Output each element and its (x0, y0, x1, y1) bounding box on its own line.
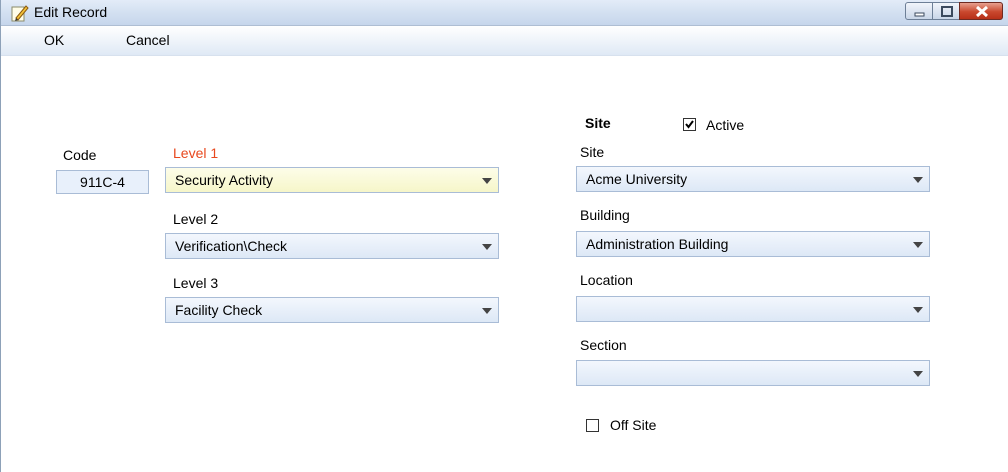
off-site-label: Off Site (610, 417, 657, 433)
site-label: Site (580, 144, 605, 160)
checkmark-icon (685, 120, 694, 129)
building-value: Administration Building (586, 236, 729, 252)
title-bar: Edit Record (1, 0, 1008, 26)
close-button[interactable] (959, 2, 1003, 20)
minimize-icon (914, 12, 925, 17)
chevron-down-icon (482, 244, 492, 250)
menu-bar: OK Cancel (1, 26, 1008, 56)
section-dropdown[interactable] (576, 360, 930, 386)
window-title: Edit Record (34, 4, 108, 20)
close-icon (975, 5, 989, 18)
section-label: Section (580, 337, 627, 353)
chevron-down-icon (482, 178, 492, 184)
location-dropdown[interactable] (576, 296, 930, 322)
minimize-button[interactable] (905, 2, 933, 20)
level-1-label: Level 1 (173, 145, 219, 161)
site-heading: Site (585, 115, 611, 131)
maximize-icon (941, 6, 953, 17)
chevron-down-icon (913, 307, 923, 313)
building-dropdown[interactable]: Administration Building (576, 231, 930, 257)
edit-record-window: Edit Record OK Cancel Code 911C-4 Level … (0, 0, 1008, 472)
level-3-value: Facility Check (175, 302, 263, 318)
chevron-down-icon (913, 371, 923, 377)
level-3-dropdown[interactable]: Facility Check (165, 297, 499, 323)
chevron-down-icon (913, 177, 923, 183)
window-controls (905, 2, 1003, 21)
chevron-down-icon (482, 308, 492, 314)
ok-menu-item[interactable]: OK (44, 32, 64, 48)
off-site-checkbox[interactable] (586, 419, 599, 432)
level-3-label: Level 3 (173, 275, 219, 291)
level-2-dropdown[interactable]: Verification\Check (165, 233, 499, 259)
cancel-menu-item[interactable]: Cancel (126, 32, 170, 48)
chevron-down-icon (913, 242, 923, 248)
level-1-value: Security Activity (175, 172, 274, 188)
edit-pencil-icon (11, 4, 29, 22)
active-checkbox[interactable] (683, 118, 696, 131)
maximize-button[interactable] (932, 2, 960, 20)
level-2-value: Verification\Check (175, 238, 288, 254)
code-field[interactable]: 911C-4 (56, 170, 149, 194)
building-label: Building (580, 207, 630, 223)
level-2-label: Level 2 (173, 211, 219, 227)
code-label: Code (63, 147, 97, 163)
active-label: Active (706, 117, 745, 133)
site-dropdown[interactable]: Acme University (576, 166, 930, 192)
level-1-dropdown[interactable]: Security Activity (165, 167, 499, 193)
location-label: Location (580, 272, 633, 288)
site-value: Acme University (586, 171, 688, 187)
